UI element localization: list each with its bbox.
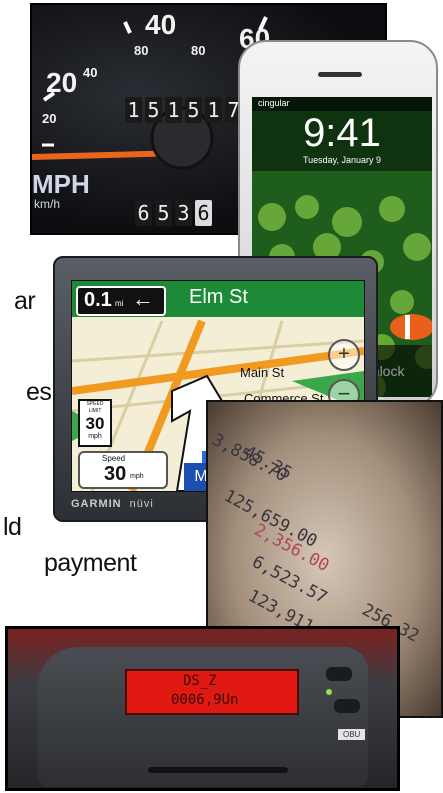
terminal-button-top[interactable]	[326, 667, 352, 681]
terminal-lcd: DS_Z 0006,9Un	[125, 669, 299, 715]
terminal-brand-label: OBU	[338, 729, 366, 740]
terminal-body	[38, 647, 368, 787]
status-led	[326, 689, 332, 695]
dial-number-small: 40	[83, 65, 98, 80]
odometer-digit: 1	[165, 97, 182, 123]
toll-terminal-photo: DS_Z 0006,9Un OBU	[5, 626, 400, 791]
odometer-digit: 5	[155, 200, 172, 226]
text-fragment-ld: ld	[3, 513, 22, 541]
text-fragment-ar: ar	[14, 287, 36, 315]
lcd-line-1: DS_Z	[183, 673, 217, 689]
odometer-top: 1 5 1 5 1 7	[125, 97, 242, 123]
turn-left-icon: ←	[132, 286, 154, 311]
odometer-digit: 3	[175, 200, 192, 226]
model-name: nüvi	[129, 498, 154, 510]
street-main-label: Main St	[240, 365, 285, 380]
odometer-digit: 6	[135, 200, 152, 226]
speed-box: Speed 30 mph	[78, 451, 168, 489]
dial-number-small: 20	[42, 111, 57, 126]
lcd-line-2: 0006,9Un	[171, 692, 239, 708]
speed-limit-unit: mph	[88, 433, 102, 440]
odometer-digit: 6	[195, 200, 212, 226]
odometer-bottom: 6 5 3 6	[135, 200, 212, 226]
odometer-digit: 1	[205, 97, 222, 123]
speed-limit-value: 30	[85, 414, 105, 433]
gps-brand: GARMIN nüvi	[71, 498, 154, 510]
lock-screen-date: Tuesday, January 9	[302, 155, 382, 165]
card-slot[interactable]	[148, 767, 288, 773]
odometer-digit: 5	[185, 97, 202, 123]
zoom-in-button[interactable]: +	[328, 339, 360, 371]
brand-name: GARMIN	[71, 498, 122, 510]
distance-value: 0.1	[84, 289, 112, 311]
unit-mph-label: MPH	[32, 169, 90, 199]
speed-label: Speed	[102, 454, 126, 463]
distance-unit: mi	[115, 299, 124, 308]
terminal-button-bottom[interactable]	[334, 699, 360, 713]
text-fragment-payment: payment	[44, 549, 137, 577]
distance-box: 0.1 mi ←	[76, 286, 166, 316]
odometer-digit: 5	[145, 97, 162, 123]
unit-kmh-label: km/h	[34, 197, 61, 211]
text-fragment-es: es	[26, 378, 52, 406]
street-top-label: Elm St	[189, 286, 248, 308]
earpiece	[318, 72, 362, 77]
speed-limit-label: SPEED LIMIT	[86, 401, 104, 414]
speed-limit-sign: SPEED LIMIT 30 mph	[78, 399, 112, 447]
carrier-label: cingular	[258, 98, 290, 108]
speed-unit: mph	[130, 473, 144, 480]
odometer-digit: 1	[125, 97, 142, 123]
dial-number-small: 80	[134, 43, 149, 58]
dial-number-small: 80	[191, 43, 206, 58]
dial-number: 40	[145, 9, 177, 40]
dial-number: 20	[46, 67, 78, 98]
speed-value: 30	[104, 463, 127, 485]
